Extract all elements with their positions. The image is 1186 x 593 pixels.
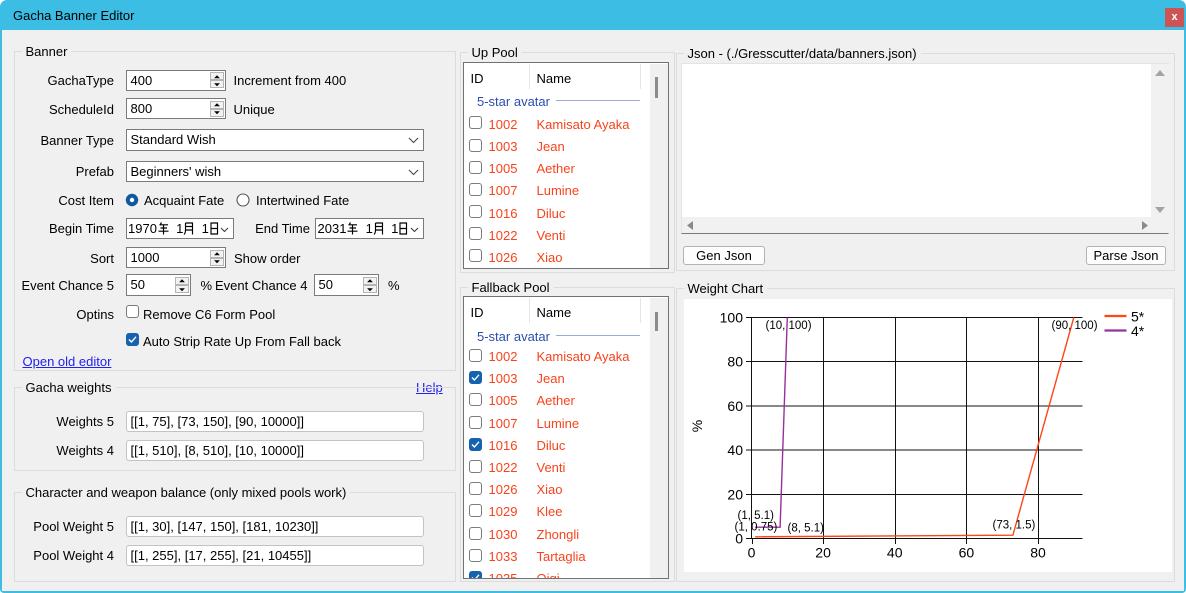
svg-text:40: 40 bbox=[727, 442, 743, 458]
svg-text:20: 20 bbox=[815, 545, 831, 561]
svg-text:100: 100 bbox=[719, 310, 743, 326]
svg-text:(1, 5.1): (1, 5.1) bbox=[737, 510, 774, 522]
svg-text:(8, 5.1): (8, 5.1) bbox=[787, 523, 824, 535]
svg-text:(90, 100): (90, 100) bbox=[1051, 320, 1097, 332]
svg-text:%: % bbox=[689, 420, 705, 432]
svg-text:(73, 1.5): (73, 1.5) bbox=[992, 520, 1035, 532]
svg-text:80: 80 bbox=[727, 354, 743, 370]
svg-text:60: 60 bbox=[727, 398, 743, 414]
svg-text:0: 0 bbox=[747, 545, 755, 561]
svg-text:80: 80 bbox=[1030, 545, 1046, 561]
svg-text:(10, 100): (10, 100) bbox=[765, 320, 811, 332]
svg-text:20: 20 bbox=[727, 486, 743, 502]
svg-text:4*: 4* bbox=[1131, 323, 1145, 339]
svg-text:60: 60 bbox=[958, 545, 974, 561]
svg-text:40: 40 bbox=[886, 545, 902, 561]
svg-text:(1, 0.75): (1, 0.75) bbox=[734, 522, 777, 534]
